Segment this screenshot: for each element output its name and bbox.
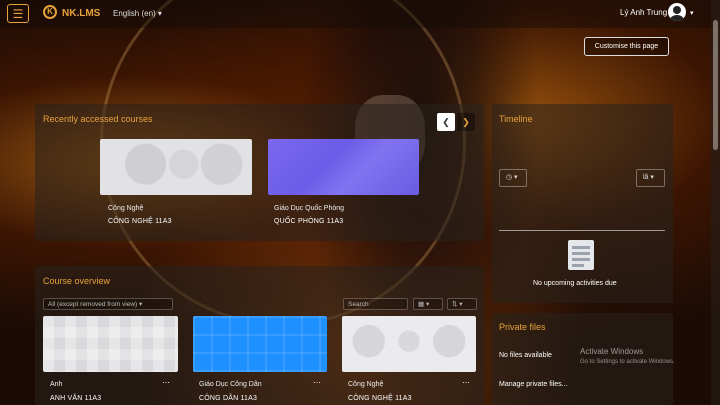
course-overview-title: Course overview <box>43 276 111 286</box>
user-name[interactable]: Lý Anh Trung <box>620 8 667 17</box>
customise-page-button[interactable]: Customise this page <box>584 37 669 56</box>
timeline-title: Timeline <box>499 114 533 124</box>
course-card-image[interactable] <box>43 316 178 372</box>
course-search-input[interactable]: Search <box>343 298 408 310</box>
private-files-title: Private files <box>499 322 546 332</box>
recent-course-image[interactable] <box>100 139 252 195</box>
sort-dropdown[interactable]: ⇅ ▾ <box>447 298 477 310</box>
course-filter-dropdown[interactable]: All (except removed from view) ▾ <box>43 298 173 310</box>
top-navbar: ☰ K NK.LMS English (en) ▾ Lý Anh Trung ▾ <box>0 0 720 28</box>
course-card-image[interactable] <box>342 316 476 372</box>
recent-course-name[interactable]: QUỐC PHÒNG 11A3 <box>274 218 343 225</box>
recent-course-image[interactable] <box>268 139 419 195</box>
activate-windows-hint: Go to Settings to activate Windows. <box>580 359 675 365</box>
site-name[interactable]: NK.LMS <box>62 8 100 19</box>
manage-private-files-link[interactable]: Manage private files... <box>499 381 567 388</box>
course-card-category: Anh <box>50 381 63 388</box>
empty-activities-icon <box>568 240 594 270</box>
timeline-sort-dropdown[interactable]: lâ ▾ <box>636 169 665 187</box>
recent-course-category: Công Nghệ <box>108 205 144 212</box>
course-card-image[interactable] <box>193 316 327 372</box>
view-toggle-dropdown[interactable]: ▦ ▾ <box>413 298 443 310</box>
hamburger-icon[interactable]: ☰ <box>7 4 29 23</box>
course-card-category: Giáo Dục Công Dân <box>199 381 262 388</box>
user-avatar-icon[interactable] <box>668 3 686 21</box>
more-options-icon[interactable]: ⋯ <box>162 378 170 387</box>
course-card-name[interactable]: ANH VĂN 11A3 <box>50 395 101 402</box>
private-files-empty-text: No files available <box>499 352 552 359</box>
recent-course-category: Giáo Dục Quốc Phòng <box>274 205 345 212</box>
user-menu-caret-icon[interactable]: ▾ <box>690 9 694 17</box>
timeline-empty-text: No upcoming activities due <box>533 280 617 287</box>
course-card-category: Công Nghệ <box>348 381 384 388</box>
timeline-divider <box>499 230 665 231</box>
course-card-name[interactable]: CÔNG NGHỆ 11A3 <box>348 395 412 402</box>
chevron-left-icon[interactable]: ❮ <box>437 113 455 131</box>
more-options-icon[interactable]: ⋯ <box>313 378 321 387</box>
recent-course-name[interactable]: CÔNG NGHỆ 11A3 <box>108 218 172 225</box>
timeline-panel <box>492 104 673 303</box>
course-card-name[interactable]: CÔNG DÂN 11A3 <box>199 395 257 402</box>
chevron-right-icon[interactable]: ❯ <box>457 113 475 131</box>
timeline-filter-dropdown[interactable]: ◷ ▾ <box>499 169 527 187</box>
activate-windows-watermark: Activate Windows <box>580 347 644 356</box>
more-options-icon[interactable]: ⋯ <box>462 378 470 387</box>
language-menu[interactable]: English (en) ▾ <box>113 9 162 18</box>
clock-icon: ◷ ▾ <box>506 174 518 181</box>
logo-k-icon[interactable]: K <box>43 5 57 19</box>
scrollbar-thumb[interactable] <box>713 20 718 150</box>
recent-courses-title: Recently accessed courses <box>43 114 153 124</box>
